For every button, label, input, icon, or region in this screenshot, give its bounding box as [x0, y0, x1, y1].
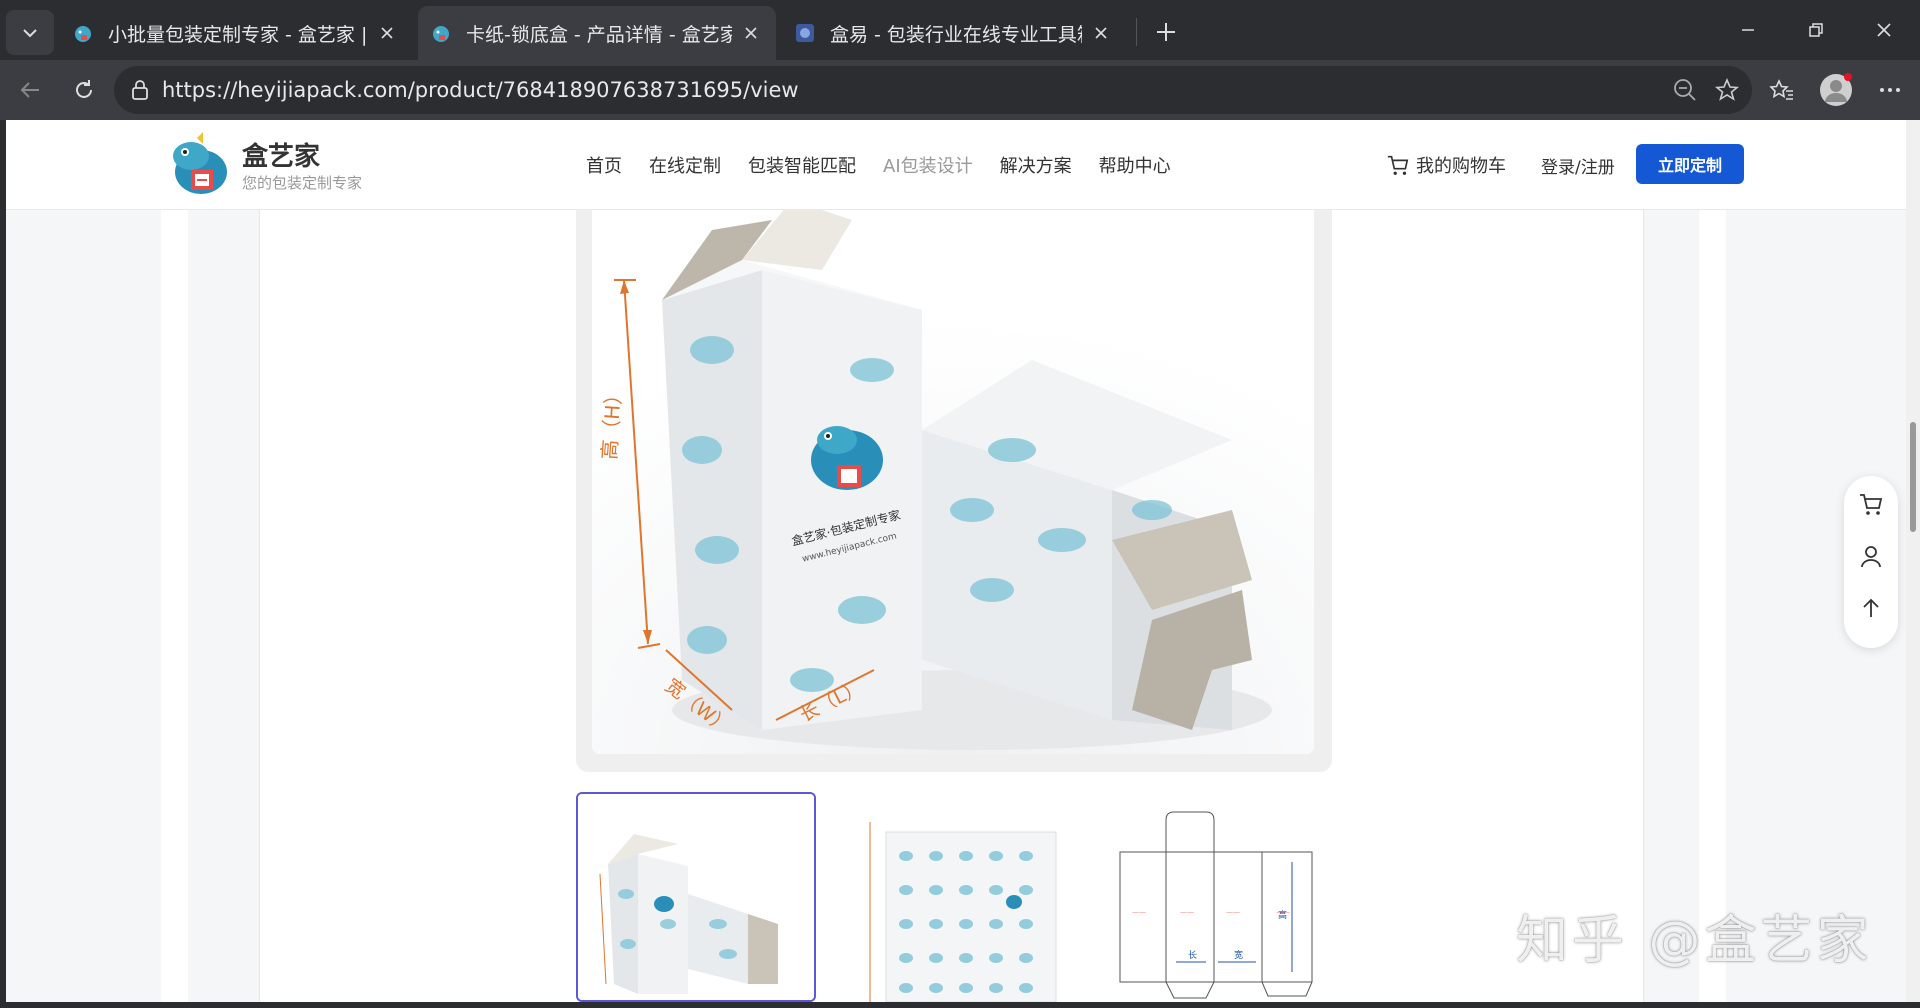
header-cart-link[interactable]: 我的购物车 — [1386, 152, 1506, 178]
site-header: 盒艺家 您的包装定制专家 首页 在线定制 包装智能匹配 AI包装设计 解决方案 … — [6, 120, 1906, 210]
scrollbar-thumb[interactable] — [1910, 422, 1916, 532]
close-window-button[interactable] — [1854, 8, 1914, 52]
url-text[interactable]: https://heyijiapack.com/product/76841890… — [162, 78, 799, 102]
window-bottom-border — [0, 1002, 1920, 1008]
tab-heyijia-home[interactable]: 小批量包装定制专家 - 盒艺家 | 3秒 — [60, 6, 412, 60]
browser-tab-bar: 小批量包装定制专家 - 盒艺家 | 3秒 卡纸-锁底盒 - 产品详情 - 盒艺家… — [0, 0, 1920, 60]
web-page: 盒艺家·包装定制专家 www.heyijiapack.com 高（H） 宽（W）… — [6, 120, 1906, 1002]
minimize-icon — [1742, 29, 1754, 31]
avatar-icon — [1820, 73, 1852, 106]
favorites-list-icon — [1769, 79, 1793, 100]
reload-button[interactable] — [64, 70, 104, 110]
side-cart-button[interactable] — [1857, 490, 1885, 518]
tab-product-detail[interactable]: 卡纸-锁底盒 - 产品详情 - 盒艺家 — [418, 6, 776, 60]
favorites-button[interactable] — [1762, 70, 1802, 110]
address-bar[interactable]: https://heyijiapack.com/product/76841890… — [114, 66, 1752, 114]
close-tab-icon[interactable] — [738, 20, 764, 46]
restore-button[interactable] — [1786, 8, 1846, 52]
brand-name[interactable]: 盒艺家 — [242, 136, 320, 173]
zoom-out-icon[interactable] — [1672, 77, 1698, 103]
dieline-length-label: 长 — [1188, 949, 1197, 961]
cart-icon — [1860, 494, 1883, 515]
tab-actions-menu-button[interactable] — [6, 10, 54, 55]
more-menu-button[interactable] — [1870, 70, 1910, 110]
reload-icon — [76, 80, 92, 98]
close-tab-icon[interactable] — [374, 20, 400, 46]
floating-side-toolbar — [1844, 476, 1898, 648]
thumbnail-dieline[interactable]: —— —— —— —— 长 宽 高 — [1096, 792, 1336, 1002]
plus-icon — [1157, 23, 1175, 41]
nav-item-online-customize[interactable]: 在线定制 — [649, 152, 721, 178]
brand-tagline: 您的包装定制专家 — [242, 174, 363, 192]
tab-title: 小批量包装定制专家 - 盒艺家 | 3秒 — [108, 23, 368, 46]
tab-title: 盒易 - 包装行业在线专业工具箱 — [830, 23, 1082, 46]
browser-toolbar: https://heyijiapack.com/product/76841890… — [0, 60, 1920, 120]
customize-now-button[interactable]: 立即定制 — [1636, 144, 1744, 184]
thumbnail-print-layout[interactable] — [846, 792, 1086, 1002]
dieline-width-label: 宽 — [1234, 949, 1243, 961]
star-icon[interactable] — [1714, 77, 1740, 103]
arrow-up-icon — [1863, 598, 1879, 617]
box-3d-thumbnail-graphic — [578, 794, 814, 1000]
page-scrollbar[interactable] — [1906, 120, 1920, 1002]
restore-icon — [1809, 23, 1823, 37]
svg-text:——: —— — [1226, 908, 1240, 916]
more-dots-icon — [1880, 88, 1900, 92]
user-icon — [1861, 546, 1881, 568]
lock-bottom-box-illustration: 盒艺家·包装定制专家 www.heyijiapack.com 高（H） 宽（W）… — [592, 210, 1314, 754]
profile-button[interactable] — [1816, 70, 1856, 110]
close-tab-icon[interactable] — [1088, 20, 1114, 46]
nav-item-help-center[interactable]: 帮助中心 — [1099, 152, 1171, 178]
hippo-favicon-icon — [433, 26, 449, 42]
nav-item-smart-match[interactable]: 包装智能匹配 — [748, 152, 856, 178]
svg-text:——: —— — [1180, 908, 1194, 916]
cart-icon — [1387, 155, 1409, 175]
back-to-top-button[interactable] — [1857, 594, 1885, 622]
chevron-down-icon — [23, 28, 37, 37]
hippo-favicon-icon — [75, 26, 91, 42]
toolbox-favicon-icon — [796, 24, 814, 42]
hippo-logo-icon[interactable] — [161, 130, 233, 200]
main-nav: 首页 在线定制 包装智能匹配 AI包装设计 解决方案 帮助中心 — [586, 152, 1198, 178]
minimize-button[interactable] — [1718, 8, 1778, 52]
back-button[interactable] — [10, 70, 50, 110]
main-product-image[interactable]: 盒艺家·包装定制专家 www.heyijiapack.com 高（H） 宽（W）… — [592, 210, 1314, 754]
dieline-height-label: 高 — [1278, 909, 1287, 921]
tab-heyi-toolbox[interactable]: 盒易 - 包装行业在线专业工具箱 — [782, 6, 1126, 60]
dieline-thumbnail-graphic: —— —— —— —— 长 宽 高 — [1096, 792, 1336, 1002]
login-register-link[interactable]: 登录/注册 — [1541, 153, 1615, 178]
nav-item-ai-design[interactable]: AI包装设计 — [883, 152, 973, 178]
close-icon — [1877, 23, 1891, 37]
new-tab-button[interactable] — [1146, 14, 1186, 50]
print-layout-thumbnail-graphic — [846, 792, 1086, 1002]
lock-icon[interactable] — [130, 79, 150, 101]
nav-item-home[interactable]: 首页 — [586, 152, 622, 178]
svg-text:——: —— — [1132, 908, 1146, 916]
side-account-button[interactable] — [1857, 542, 1885, 570]
tab-separator — [1136, 18, 1137, 46]
cart-label: 我的购物车 — [1416, 156, 1506, 177]
tab-title: 卡纸-锁底盒 - 产品详情 - 盒艺家 — [466, 23, 732, 46]
arrow-left-icon — [20, 82, 39, 98]
zhihu-watermark: 知乎 @盒艺家 — [1516, 911, 1873, 971]
thumbnail-3d-view[interactable] — [576, 792, 816, 1002]
nav-item-solutions[interactable]: 解决方案 — [1000, 152, 1072, 178]
